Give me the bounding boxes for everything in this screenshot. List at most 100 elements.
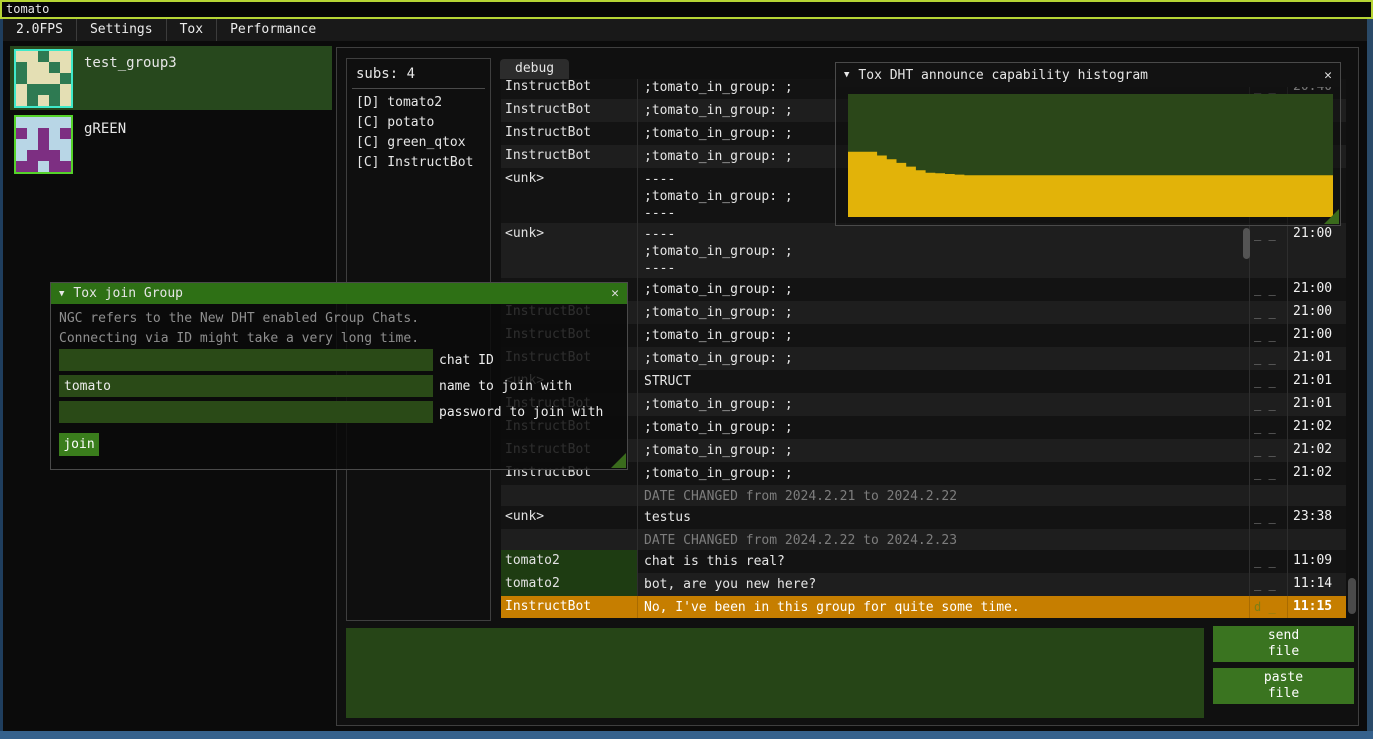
group-item-test_group3[interactable]: test_group3 <box>10 46 332 110</box>
message-author: InstructBot <box>501 596 638 618</box>
message-text: ;tomato_in_group: ; <box>638 462 1250 485</box>
join-button[interactable]: join <box>59 433 99 456</box>
chat-id-input[interactable] <box>59 349 433 371</box>
dht-histogram-titlebar[interactable]: ▼ Tox DHT announce capability histogram … <box>836 63 1340 87</box>
message-row[interactable]: tomato2 bot, are you new here? _ _ 11:14 <box>501 573 1346 596</box>
message-flags: _ _ <box>1250 550 1288 573</box>
group-avatar <box>14 115 73 174</box>
dht-histogram-title: Tox DHT announce capability histogram <box>858 68 1148 83</box>
message-time: 11:09 <box>1288 550 1341 573</box>
message-time: 23:38 <box>1288 506 1341 529</box>
message-author <box>501 529 638 550</box>
message-time: 21:00 <box>1288 278 1341 301</box>
send-file-button[interactable]: send file <box>1213 626 1354 662</box>
member-item-green_qtox[interactable]: [C] green_qtox <box>347 133 490 153</box>
tab-debug[interactable]: debug <box>500 59 569 79</box>
window-title: tomato <box>6 2 49 16</box>
message-flags: _ _ <box>1250 278 1288 301</box>
message-flags <box>1250 529 1288 550</box>
resize-grip[interactable] <box>611 453 626 468</box>
message-text: ;tomato_in_group: ; <box>638 301 1250 324</box>
resize-grip[interactable] <box>1324 209 1339 224</box>
message-flags: _ _ <box>1250 506 1288 529</box>
message-flags: _ _ <box>1250 416 1288 439</box>
frame-border-left <box>0 19 3 739</box>
message-scrollbar[interactable] <box>1243 228 1250 259</box>
message-flags: _ _ <box>1250 573 1288 596</box>
message-row[interactable]: <unk> testus _ _ 23:38 <box>501 506 1346 529</box>
message-row[interactable]: DATE CHANGED from 2024.2.22 to 2024.2.23 <box>501 529 1346 550</box>
menu-item-2.0fps[interactable]: 2.0FPS <box>3 19 76 41</box>
group-name: gREEN <box>84 121 126 137</box>
close-icon[interactable]: ✕ <box>611 286 619 301</box>
join-info-line: Connecting via ID might take a very long… <box>51 329 627 349</box>
frame-border-bottom <box>0 731 1373 739</box>
message-flags: _ _ <box>1250 324 1288 347</box>
collapse-arrow-icon[interactable]: ▼ <box>844 70 849 80</box>
message-time: 21:00 <box>1288 223 1341 278</box>
message-flags: _ _ <box>1250 370 1288 393</box>
join-group-titlebar[interactable]: ▼ Tox join Group ✕ <box>51 283 627 304</box>
message-time: 21:00 <box>1288 324 1341 347</box>
message-flags <box>1250 485 1288 506</box>
subs-count-label: subs: 4 <box>347 59 490 88</box>
message-row[interactable]: tomato2 chat is this real? _ _ 11:09 <box>501 550 1346 573</box>
window-scrollbar[interactable] <box>1348 578 1356 614</box>
join-password-input[interactable] <box>59 401 433 423</box>
menu-item-tox[interactable]: Tox <box>167 19 216 41</box>
message-text: STRUCT <box>638 370 1250 393</box>
paste-file-button[interactable]: paste file <box>1213 668 1354 704</box>
message-time <box>1288 529 1341 550</box>
message-row[interactable]: <unk> ----;tomato_in_group: ;---- _ _ 21… <box>501 223 1346 278</box>
close-icon[interactable]: ✕ <box>1324 68 1332 83</box>
join-password-label: password to join with <box>439 405 603 420</box>
join-group-title: Tox join Group <box>73 286 183 301</box>
message-author: InstructBot <box>501 79 638 99</box>
separator <box>352 88 485 89</box>
message-flags: _ _ <box>1250 223 1288 278</box>
menu-item-performance[interactable]: Performance <box>217 19 329 41</box>
message-author: tomato2 <box>501 573 638 596</box>
collapse-arrow-icon[interactable]: ▼ <box>59 289 64 299</box>
chat-id-label: chat ID <box>439 353 494 368</box>
group-avatar <box>14 49 73 108</box>
group-item-gREEN[interactable]: gREEN <box>10 112 332 176</box>
join-name-input[interactable] <box>59 375 433 397</box>
menu-item-settings[interactable]: Settings <box>77 19 166 41</box>
message-flags: _ _ <box>1250 439 1288 462</box>
message-author: InstructBot <box>501 99 638 122</box>
message-text: ;tomato_in_group: ; <box>638 393 1250 416</box>
member-item-tomato2[interactable]: [D] tomato2 <box>347 93 490 113</box>
message-text: ;tomato_in_group: ; <box>638 416 1250 439</box>
message-time: 21:02 <box>1288 462 1341 485</box>
message-author: InstructBot <box>501 145 638 168</box>
message-author: <unk> <box>501 506 638 529</box>
member-list: [D] tomato2[C] potato[C] green_qtox[C] I… <box>347 93 490 173</box>
join-group-window: ▼ Tox join Group ✕ NGC refers to the New… <box>50 282 628 470</box>
message-time: 21:02 <box>1288 416 1341 439</box>
message-text: DATE CHANGED from 2024.2.22 to 2024.2.23 <box>638 529 1250 550</box>
message-text: testus <box>638 506 1250 529</box>
message-author: <unk> <box>501 223 638 278</box>
window-titlebar[interactable]: tomato <box>0 0 1373 19</box>
member-item-potato[interactable]: [C] potato <box>347 113 490 133</box>
message-input[interactable] <box>346 628 1204 718</box>
message-time: 21:01 <box>1288 370 1341 393</box>
message-text: ;tomato_in_group: ; <box>638 324 1250 347</box>
message-time: 11:14 <box>1288 573 1341 596</box>
dht-histogram-plot <box>848 94 1333 217</box>
message-text: ;tomato_in_group: ; <box>638 439 1250 462</box>
message-flags: _ _ <box>1250 301 1288 324</box>
message-flags: _ _ <box>1250 393 1288 416</box>
message-row[interactable]: InstructBot No, I've been in this group … <box>501 596 1346 618</box>
message-text: ;tomato_in_group: ; <box>638 278 1250 301</box>
message-flags: _ _ <box>1250 462 1288 485</box>
message-text: ----;tomato_in_group: ;---- <box>638 223 1250 278</box>
message-row[interactable]: DATE CHANGED from 2024.2.21 to 2024.2.22 <box>501 485 1346 506</box>
message-flags: d _ <box>1250 596 1288 618</box>
menu-bar: 2.0FPSSettingsToxPerformance <box>3 19 1367 41</box>
member-item-InstructBot[interactable]: [C] InstructBot <box>347 153 490 173</box>
message-time <box>1288 485 1341 506</box>
join-info-line: NGC refers to the New DHT enabled Group … <box>51 309 627 329</box>
join-name-label: name to join with <box>439 379 572 394</box>
